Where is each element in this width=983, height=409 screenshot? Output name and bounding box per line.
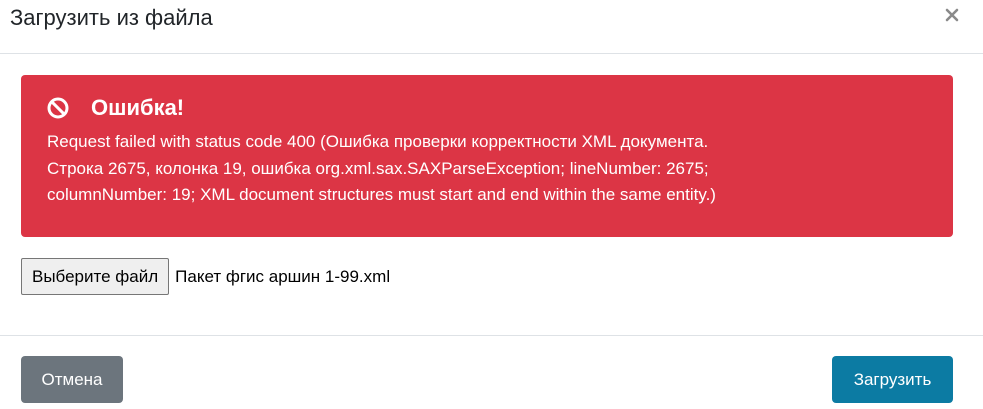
file-input-row: Выберите файл Пакет фгис аршин 1-99.xml: [21, 258, 390, 295]
alert-message-line: columnNumber: 19; XML document structure…: [47, 185, 716, 204]
close-icon: [945, 8, 959, 22]
alert-heading: Ошибка!: [47, 93, 927, 123]
upload-modal: Загрузить из файла Ошибка! Request faile…: [0, 0, 983, 409]
alert-title: Ошибка!: [91, 95, 185, 120]
modal-header: Загрузить из файла: [0, 0, 983, 54]
modal-body: Ошибка! Request failed with status code …: [0, 54, 983, 336]
cancel-button[interactable]: Отмена: [21, 356, 123, 403]
alert-message-line: Строка 2675, колонка 19, ошибка org.xml.…: [47, 158, 709, 178]
upload-button[interactable]: Загрузить: [832, 356, 953, 403]
choose-file-button[interactable]: Выберите файл: [21, 258, 170, 295]
error-alert: Ошибка! Request failed with status code …: [21, 75, 953, 237]
close-button[interactable]: [939, 2, 965, 28]
alert-message-line: Request failed with status code 400 (Оши…: [47, 132, 709, 151]
selected-file-name: Пакет фгис аршин 1-99.xml: [175, 266, 391, 286]
modal-footer: Отмена Загрузить: [0, 336, 983, 409]
ban-icon: [47, 97, 69, 119]
modal-title: Загрузить из файла: [10, 5, 213, 30]
alert-message: Request failed with status code 400 (Оши…: [47, 129, 927, 209]
